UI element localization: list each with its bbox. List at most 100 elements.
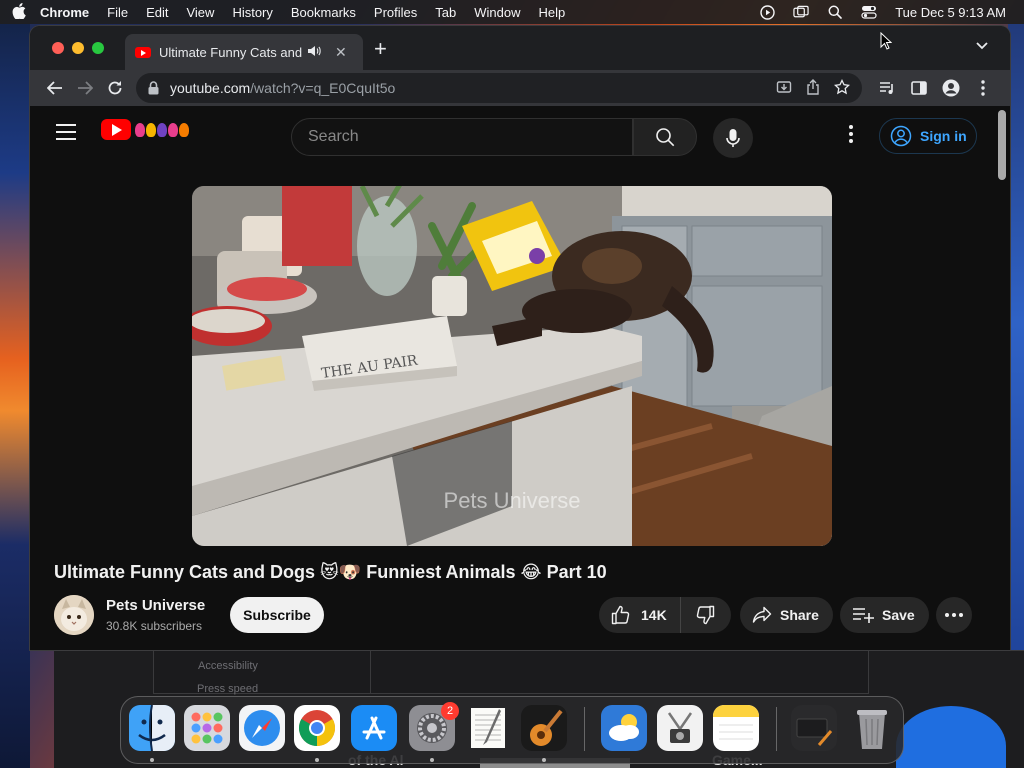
dock-separator — [584, 707, 585, 751]
chrome-window: Ultimate Funny Cats and D ✕ + youtube.co… — [30, 26, 1010, 650]
dock-trash-icon[interactable] — [849, 705, 895, 751]
side-panel-icon[interactable] — [908, 77, 930, 99]
dock-finder-icon[interactable] — [129, 705, 175, 751]
mouse-cursor-icon — [880, 31, 893, 55]
desktop-wallpaper-left — [0, 24, 30, 768]
audio-playing-icon[interactable] — [307, 45, 321, 60]
menu-view[interactable]: View — [177, 5, 223, 20]
window-controls — [30, 42, 126, 54]
dock-chrome-running-indicator — [315, 758, 319, 762]
search-input[interactable] — [308, 128, 608, 146]
reload-button[interactable] — [100, 73, 130, 103]
dock-separator-2 — [776, 707, 777, 751]
minimize-window-button[interactable] — [72, 42, 84, 54]
channel-row: Pets Universe 30.8K subscribers Subscrib… — [54, 595, 986, 635]
zoom-window-button[interactable] — [92, 42, 104, 54]
settings-more-icon[interactable] — [845, 122, 857, 146]
background-text-accessibility: Accessibility — [198, 660, 258, 672]
screen-mirroring-icon[interactable] — [793, 5, 809, 19]
video-frame-cat-on-counter: THE AU PAIR Pets Universe — [192, 186, 832, 546]
menu-window[interactable]: Window — [465, 5, 529, 20]
close-tab-icon[interactable]: ✕ — [335, 44, 347, 61]
share-label: Share — [780, 607, 819, 623]
dock-screenshot-icon[interactable] — [657, 705, 703, 751]
youtube-header: Sign in — [30, 106, 996, 162]
dock-garageband-icon[interactable] — [521, 705, 567, 751]
subscriber-count: 30.8K subscribers — [106, 619, 203, 633]
more-actions-button[interactable] — [936, 597, 972, 633]
dock-notes-icon[interactable] — [713, 705, 759, 751]
address-bar[interactable]: youtube.com/watch?v=q_E0CquIt5o — [136, 73, 862, 103]
dock-textedit-icon[interactable] — [465, 705, 511, 751]
dock-weather-icon[interactable] — [601, 705, 647, 751]
menu-bookmarks[interactable]: Bookmarks — [282, 5, 365, 20]
menu-help[interactable]: Help — [530, 5, 575, 20]
microphone-icon — [726, 129, 740, 147]
dock-preview-icon[interactable] — [791, 705, 837, 751]
back-button[interactable] — [40, 73, 70, 103]
share-button[interactable]: Share — [740, 597, 833, 633]
svg-text:Pets Universe: Pets Universe — [444, 488, 581, 513]
dock-app-store-icon[interactable] — [351, 705, 397, 751]
playlist-add-icon — [853, 608, 874, 623]
youtube-logo[interactable] — [101, 119, 189, 140]
menu-file[interactable]: File — [98, 5, 137, 20]
browser-toolbar: youtube.com/watch?v=q_E0CquIt5o — [30, 70, 1010, 106]
sign-in-button[interactable]: Sign in — [879, 118, 977, 154]
search-button[interactable] — [633, 118, 697, 156]
subscribe-button[interactable]: Subscribe — [230, 597, 324, 633]
menubar-clock[interactable]: Tue Dec 5 9:13 AM — [895, 5, 1006, 20]
media-controls-icon[interactable] — [876, 77, 898, 99]
url-path: /watch?v=q_E0CquIt5o — [250, 80, 396, 96]
tab-youtube[interactable]: Ultimate Funny Cats and D ✕ — [125, 34, 363, 70]
background-text-press-speed: Press speed — [197, 683, 259, 695]
guide-menu-icon[interactable] — [56, 124, 76, 140]
menu-tab[interactable]: Tab — [426, 5, 465, 20]
channel-name[interactable]: Pets Universe — [106, 597, 205, 614]
save-button[interactable]: Save — [840, 597, 929, 633]
apple-menu-icon[interactable] — [0, 2, 38, 22]
bookmark-star-icon[interactable] — [833, 78, 851, 98]
channel-avatar[interactable] — [54, 595, 94, 635]
profile-icon[interactable] — [940, 77, 962, 99]
youtube-play-icon — [101, 119, 131, 140]
save-label: Save — [882, 607, 915, 623]
dock-garageband-running-indicator — [542, 758, 546, 762]
url-host: youtube.com — [170, 80, 251, 96]
menu-history[interactable]: History — [223, 5, 281, 20]
dock-launchpad-icon[interactable] — [184, 705, 230, 751]
account-icon — [890, 125, 912, 147]
menu-app-name[interactable]: Chrome — [38, 5, 98, 20]
page-scrollbar[interactable] — [998, 110, 1006, 180]
dock-chrome-icon[interactable] — [294, 705, 340, 751]
tab-search-chevron-icon[interactable] — [976, 38, 988, 53]
voice-search-button[interactable] — [713, 118, 753, 158]
dock-settings-running-indicator — [430, 758, 434, 762]
search-icon — [656, 128, 675, 147]
youtube-doodle-icon — [135, 122, 189, 137]
new-tab-button[interactable]: + — [374, 36, 387, 62]
spotlight-search-icon[interactable] — [827, 5, 843, 19]
menu-profiles[interactable]: Profiles — [365, 5, 426, 20]
forward-button[interactable] — [70, 73, 100, 103]
lock-icon[interactable] — [148, 81, 162, 95]
tab-strip: Ultimate Funny Cats and D ✕ + — [30, 26, 1010, 70]
dock — [120, 696, 904, 764]
search-field[interactable] — [291, 118, 633, 156]
settings-update-badge: 2 — [441, 702, 459, 720]
like-button[interactable]: 14K — [599, 597, 681, 633]
youtube-page: Sign in — [30, 106, 1010, 650]
install-app-icon[interactable] — [776, 79, 792, 98]
dock-finder-running-indicator — [150, 758, 154, 762]
like-dislike-group: 14K — [599, 597, 731, 633]
close-window-button[interactable] — [52, 42, 64, 54]
control-center-icon[interactable] — [861, 5, 877, 19]
tab-title: Ultimate Funny Cats and D — [159, 44, 303, 60]
dislike-button[interactable] — [681, 597, 729, 633]
menu-edit[interactable]: Edit — [137, 5, 177, 20]
dock-safari-icon[interactable] — [239, 705, 285, 751]
video-player[interactable]: THE AU PAIR Pets Universe — [192, 186, 832, 546]
now-playing-icon[interactable] — [759, 4, 775, 20]
chrome-menu-icon[interactable] — [972, 77, 994, 99]
share-page-icon[interactable] — [806, 78, 820, 98]
